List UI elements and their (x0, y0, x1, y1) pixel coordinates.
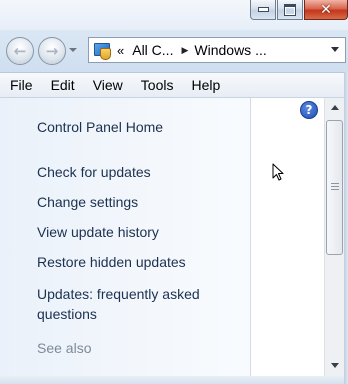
breadcrumb-overflow[interactable]: « (117, 43, 124, 58)
forward-button[interactable]: → (38, 37, 66, 65)
main-content (251, 98, 324, 384)
back-arrow-icon: ← (13, 42, 27, 60)
breadcrumb-separator-icon[interactable]: ▶ (181, 45, 188, 56)
maximize-button[interactable] (277, 0, 303, 20)
address-bar[interactable]: « All C... ▶ Windows ... (88, 37, 346, 63)
control-panel-home-link[interactable]: Control Panel Home (37, 119, 163, 135)
task-pane: Control Panel Home Check for updates Cha… (0, 98, 251, 384)
restore-hidden-updates-link[interactable]: Restore hidden updates (37, 254, 186, 270)
caption-buttons: ✕ (249, 0, 348, 22)
menu-edit[interactable]: Edit (41, 77, 83, 93)
see-also-heading: See also (37, 340, 92, 356)
close-button[interactable]: ✕ (304, 0, 348, 20)
window: ✕ ← → « All C... ▶ Windows ... File Edit… (0, 0, 348, 384)
window-bottom-border (0, 376, 344, 384)
navigation-row: ← → « All C... ▶ Windows ... (0, 34, 348, 66)
grip-icon (331, 183, 339, 192)
mouse-cursor-icon (272, 163, 284, 181)
forward-arrow-icon: → (45, 42, 59, 60)
change-settings-link[interactable]: Change settings (37, 194, 138, 210)
breadcrumb-windows-update[interactable]: Windows ... (194, 42, 266, 58)
menu-file[interactable]: File (0, 77, 41, 93)
control-panel-icon (93, 41, 111, 60)
check-for-updates-link[interactable]: Check for updates (37, 164, 151, 180)
scrollbar-thumb[interactable] (326, 120, 343, 255)
help-icon[interactable]: ? (300, 101, 318, 119)
menu-tools[interactable]: Tools (131, 77, 182, 93)
scroll-up-icon[interactable] (331, 105, 339, 110)
vertical-scrollbar[interactable] (324, 98, 345, 376)
minimize-icon (257, 7, 269, 12)
breadcrumb: « All C... ▶ Windows ... (117, 42, 267, 58)
breadcrumb-all-control-panel[interactable]: All C... (132, 42, 173, 58)
window-chrome: ✕ ← → « All C... ▶ Windows ... (0, 0, 348, 73)
close-icon: ✕ (320, 1, 332, 18)
view-update-history-link[interactable]: View update history (37, 224, 159, 240)
maximize-icon (284, 3, 296, 16)
menu-bar: File Edit View Tools Help (0, 73, 348, 98)
address-dropdown-icon[interactable] (331, 47, 339, 52)
menu-view[interactable]: View (83, 77, 131, 93)
updates-faq-link[interactable]: Updates: frequently asked questions (37, 284, 237, 324)
back-button[interactable]: ← (6, 37, 34, 65)
scroll-down-icon[interactable] (331, 363, 339, 368)
recent-pages-dropdown-icon[interactable] (69, 48, 77, 52)
minimize-button[interactable] (250, 0, 276, 20)
menu-help[interactable]: Help (181, 77, 228, 93)
window-right-border (344, 72, 348, 384)
